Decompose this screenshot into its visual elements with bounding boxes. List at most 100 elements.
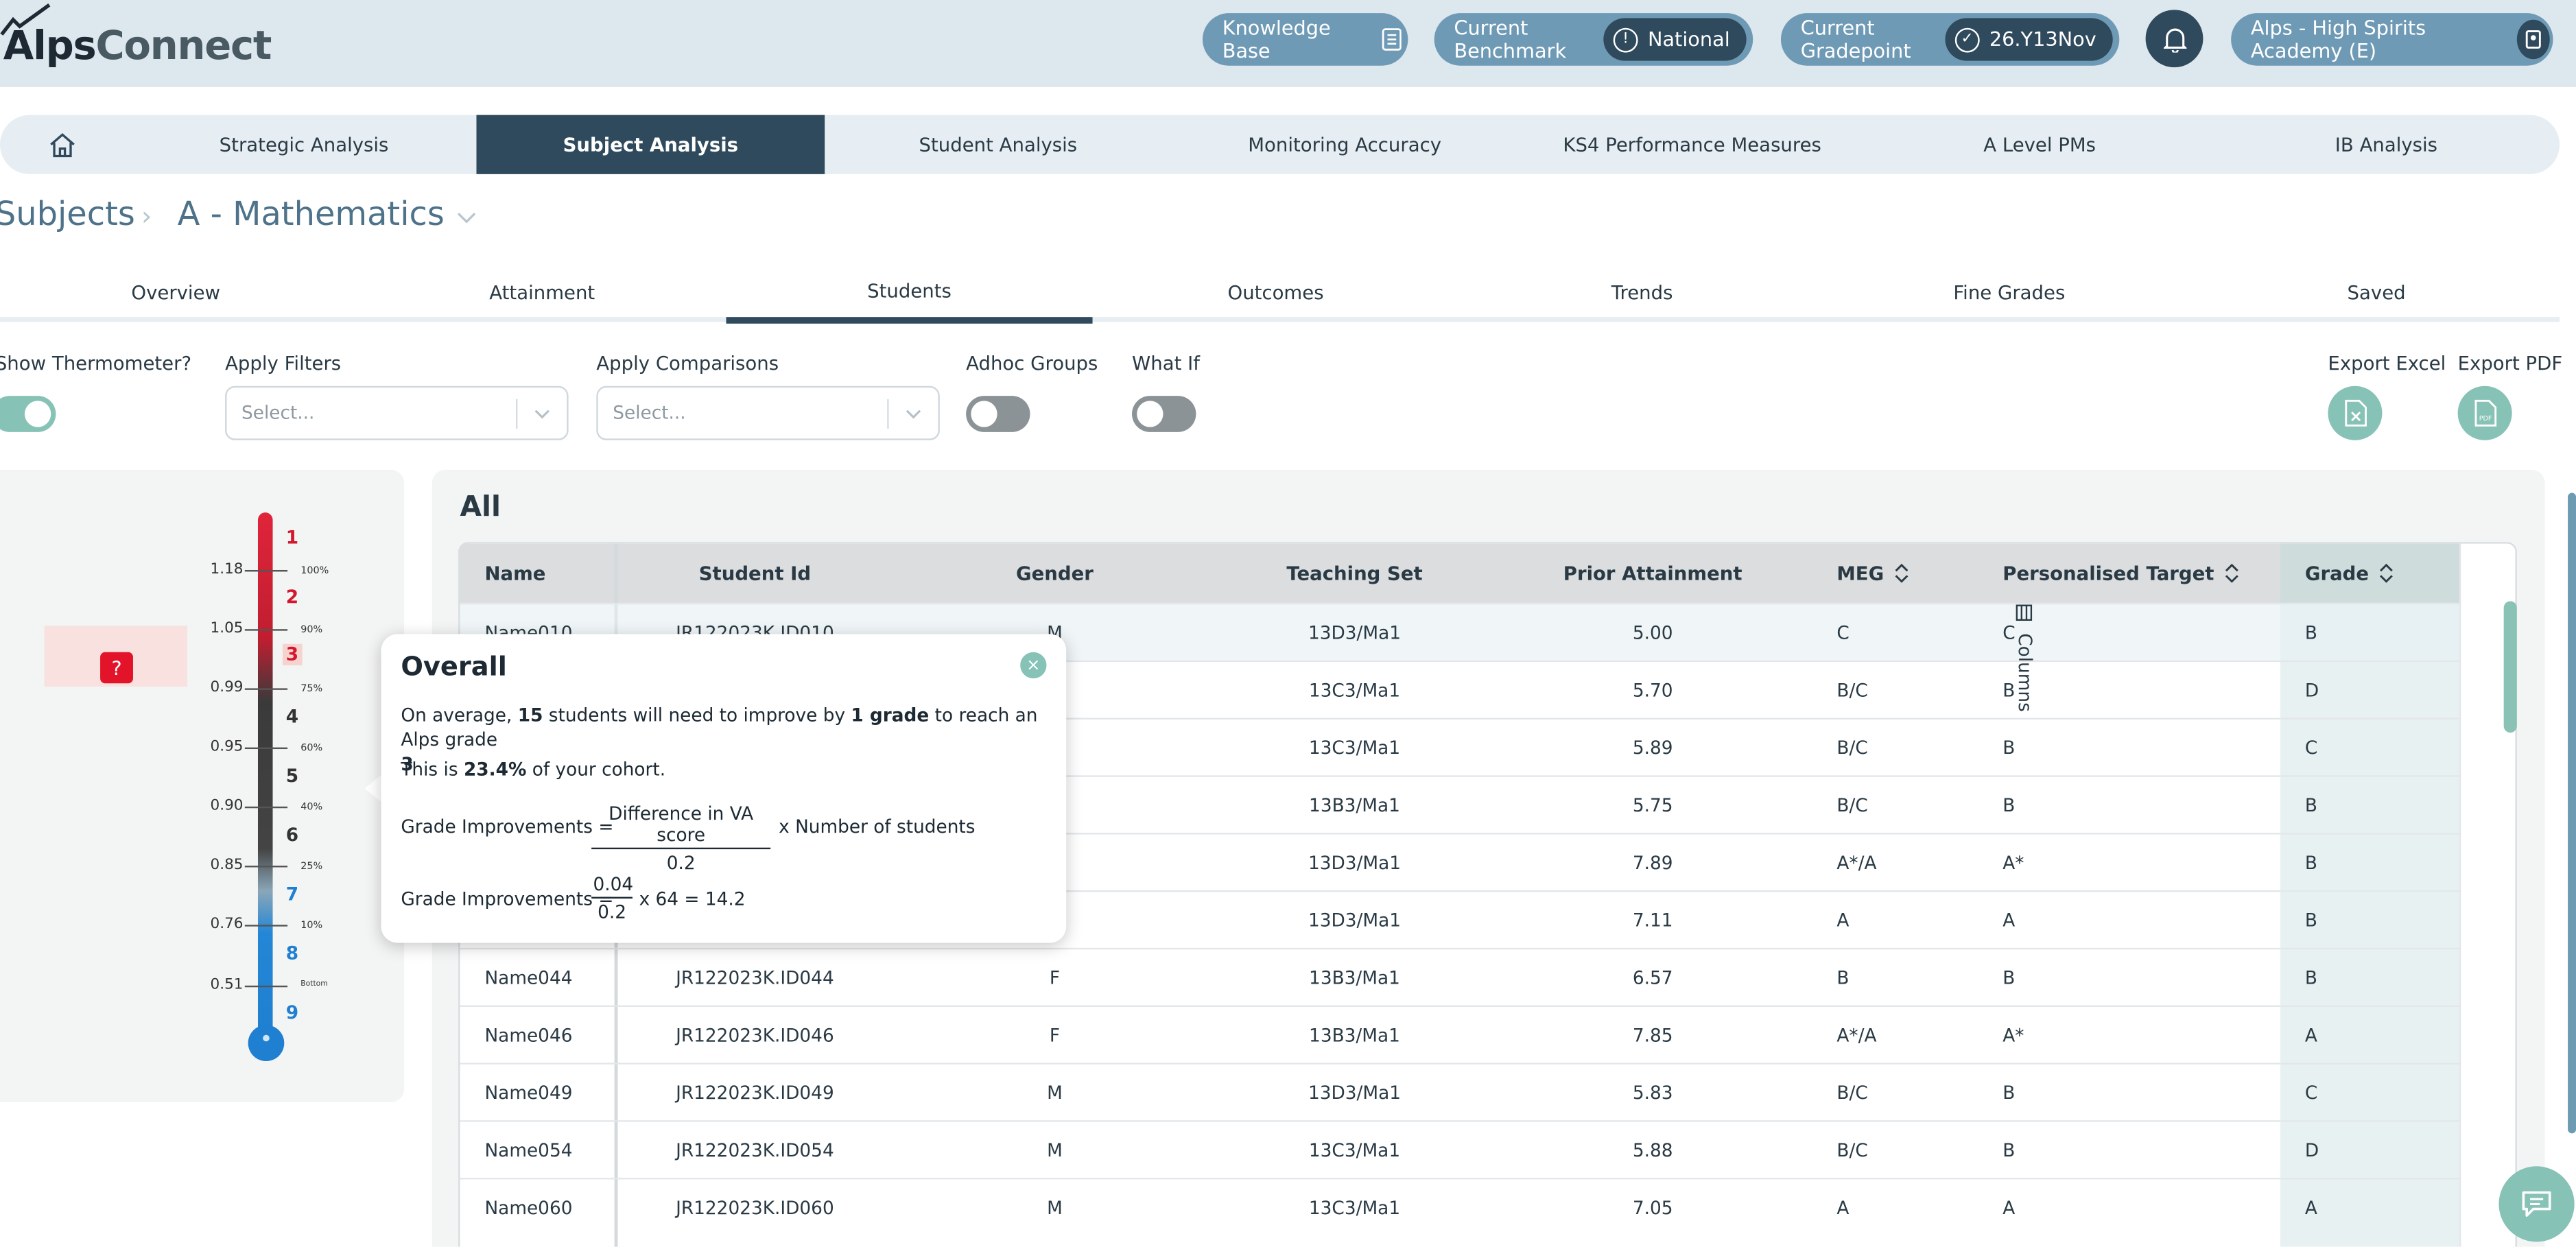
gradepoint-selector[interactable]: Current Gradepoint ✓ 26.Y13Nov (1780, 13, 2120, 66)
thermo-pct-8: Bottom (300, 980, 328, 989)
table-row[interactable]: Name044 JR122023K.ID044 F 13B3/Ma1 6.57 B B B (460, 947, 2460, 1006)
subject-dropdown-chevron-icon[interactable] (457, 207, 477, 227)
export-pdf-button[interactable]: PDF (2457, 385, 2512, 440)
cell-name: Name054 (484, 1139, 573, 1162)
adhoc-groups-toggle[interactable] (966, 396, 1030, 432)
tab-fine-grades[interactable]: Fine Grades (1825, 263, 2193, 322)
thermo-value-2: 1.05 (210, 621, 244, 638)
benchmark-selector[interactable]: Current Benchmark ! National (1434, 13, 1753, 66)
thermo-tick (244, 629, 288, 631)
apply-comparisons-label: Apply Comparisons (596, 351, 779, 375)
logo[interactable]: AlpsConnect (3, 23, 272, 69)
select-divider (887, 399, 889, 429)
cell-meg: A*/A (1836, 1025, 1877, 1047)
header-personalised-target[interactable]: Personalised Target (2002, 544, 2265, 603)
what-if-toggle[interactable] (1132, 396, 1196, 432)
table-row[interactable]: Name046 JR122023K.ID046 F 13B3/Ma1 7.85 A*/A A… (460, 1005, 2460, 1063)
tab-outcomes[interactable]: Outcomes (1093, 263, 1459, 322)
header-gender[interactable]: Gender (920, 544, 1190, 603)
question-mark-icon[interactable]: ? (100, 652, 133, 684)
school-selector[interactable]: Alps - High Spirits Academy (E) (2231, 13, 2553, 66)
show-thermometer-toggle[interactable] (0, 396, 56, 432)
header-grade[interactable]: Grade (2305, 544, 2453, 603)
nav-student-analysis[interactable]: Student Analysis (825, 115, 1171, 174)
cell-meg: C (1836, 622, 1850, 644)
thermo-grade-3: 3 (282, 643, 302, 665)
formula1-label: Grade Improvements = (401, 816, 614, 838)
app-root: AlpsConnect Knowledge Base Current Bench… (0, 0, 2576, 1247)
table-row[interactable]: Name049 JR122023K.ID049 M 13D3/Ma1 5.83 B/C B C (460, 1062, 2460, 1120)
book-icon (1381, 28, 1402, 51)
thermo-grade-2: 2 (285, 586, 299, 608)
header-grade-label: Grade (2304, 562, 2370, 585)
thermo-pct-7: 10% (300, 920, 323, 931)
thermo-value-6: 0.85 (210, 857, 244, 875)
table-row[interactable]: Name060 JR122023K.ID060 M 13C3/Ma1 7.05 A A A (460, 1178, 2460, 1235)
header-prior-attainment[interactable]: Prior Attainment (1518, 544, 1788, 603)
sub-tabs: Overview Attainment Students Outcomes Tr… (0, 263, 2560, 324)
popover-text: students will need to improve by (543, 704, 851, 726)
cell-meg: B/C (1836, 795, 1868, 817)
columns-label[interactable]: Columns (2014, 604, 2035, 712)
breadcrumb-root[interactable]: Subjects (0, 194, 135, 233)
nav-a-level-pms[interactable]: A Level PMs (1866, 115, 2212, 174)
cell-prior-attainment: 5.70 (1632, 680, 1673, 702)
tab-trends[interactable]: Trends (1459, 263, 1825, 322)
cell-personalised-target: B (2002, 967, 2016, 989)
header-student-id[interactable]: Student Id (617, 544, 892, 603)
page-scrollbar[interactable] (2568, 492, 2576, 1134)
thermo-tick (244, 866, 288, 868)
columns-icon (2016, 604, 2033, 621)
cell-teaching-set: 13C3/Ma1 (1308, 680, 1401, 702)
thermo-grade-5: 5 (285, 765, 299, 787)
formula1-fraction: Difference in VA score 0.2 (591, 803, 771, 874)
cell-name: Name046 (484, 1025, 573, 1047)
cell-student-id: JR122023K.ID044 (676, 967, 834, 989)
apply-comparisons-select[interactable]: Select... (596, 385, 940, 440)
nav-subject-analysis[interactable]: Subject Analysis (476, 115, 825, 174)
header-teaching-set[interactable]: Teaching Set (1218, 544, 1492, 603)
popover-grade: 1 grade (851, 704, 930, 726)
cell-prior-attainment: 5.00 (1632, 622, 1673, 644)
header-personalised-target-label: Personalised Target (2002, 562, 2214, 585)
table-scrollbar[interactable] (2503, 601, 2517, 733)
table-row[interactable]: Name054 JR122023K.ID054 M 13C3/Ma1 5.88 B/C B D (460, 1120, 2460, 1178)
close-icon[interactable]: × (1020, 652, 1047, 679)
thermometer-bulb-highlight (263, 1034, 270, 1042)
thermometer-tube (257, 512, 273, 1038)
school-name: Alps - High Spirits Academy (E) (2250, 16, 2426, 63)
tab-attainment[interactable]: Attainment (366, 263, 718, 322)
export-excel-button[interactable] (2328, 385, 2383, 440)
cell-teaching-set: 13D3/Ma1 (1308, 852, 1402, 875)
cell-grade: A (2304, 1025, 2317, 1047)
nav-ks4-performance-measures[interactable]: KS4 Performance Measures (1518, 115, 1867, 174)
home-icon (50, 132, 75, 156)
header-meg[interactable]: MEG (1836, 544, 1985, 603)
cell-name: Name060 (484, 1197, 573, 1219)
adhoc-groups-label: Adhoc Groups (966, 351, 1098, 375)
chat-icon (2522, 1191, 2551, 1217)
header-name[interactable]: Name (484, 544, 616, 603)
thermo-pct-5: 40% (300, 801, 323, 813)
thermo-value-7: 0.76 (210, 916, 244, 934)
nav-ib-analysis[interactable]: IB Analysis (2213, 115, 2560, 174)
apply-filters-select[interactable]: Select... (225, 385, 569, 440)
cell-personalised-target: B (2002, 737, 2016, 759)
tab-students[interactable]: Students (726, 263, 1093, 324)
nav-strategic-analysis[interactable]: Strategic Analysis (132, 115, 477, 174)
tab-overview[interactable]: Overview (0, 263, 351, 322)
home-button[interactable] (0, 115, 125, 174)
nav-monitoring-accuracy[interactable]: Monitoring Accuracy (1171, 115, 1517, 174)
cell-name: Name049 (484, 1082, 573, 1104)
check-circle-icon: ✓ (1954, 27, 1980, 52)
toggle-knob (1137, 401, 1163, 427)
thermo-value-5: 0.90 (210, 798, 244, 815)
notifications-button[interactable] (2145, 10, 2203, 68)
cell-prior-attainment: 5.75 (1632, 795, 1673, 817)
tab-saved[interactable]: Saved (2193, 263, 2560, 322)
chat-button[interactable] (2498, 1166, 2575, 1242)
knowledge-base-button[interactable]: Knowledge Base (1202, 13, 1408, 66)
cell-teaching-set: 13C3/Ma1 (1308, 737, 1401, 759)
pdf-file-icon: PDF (2474, 399, 2496, 427)
cell-grade: C (2304, 737, 2318, 759)
